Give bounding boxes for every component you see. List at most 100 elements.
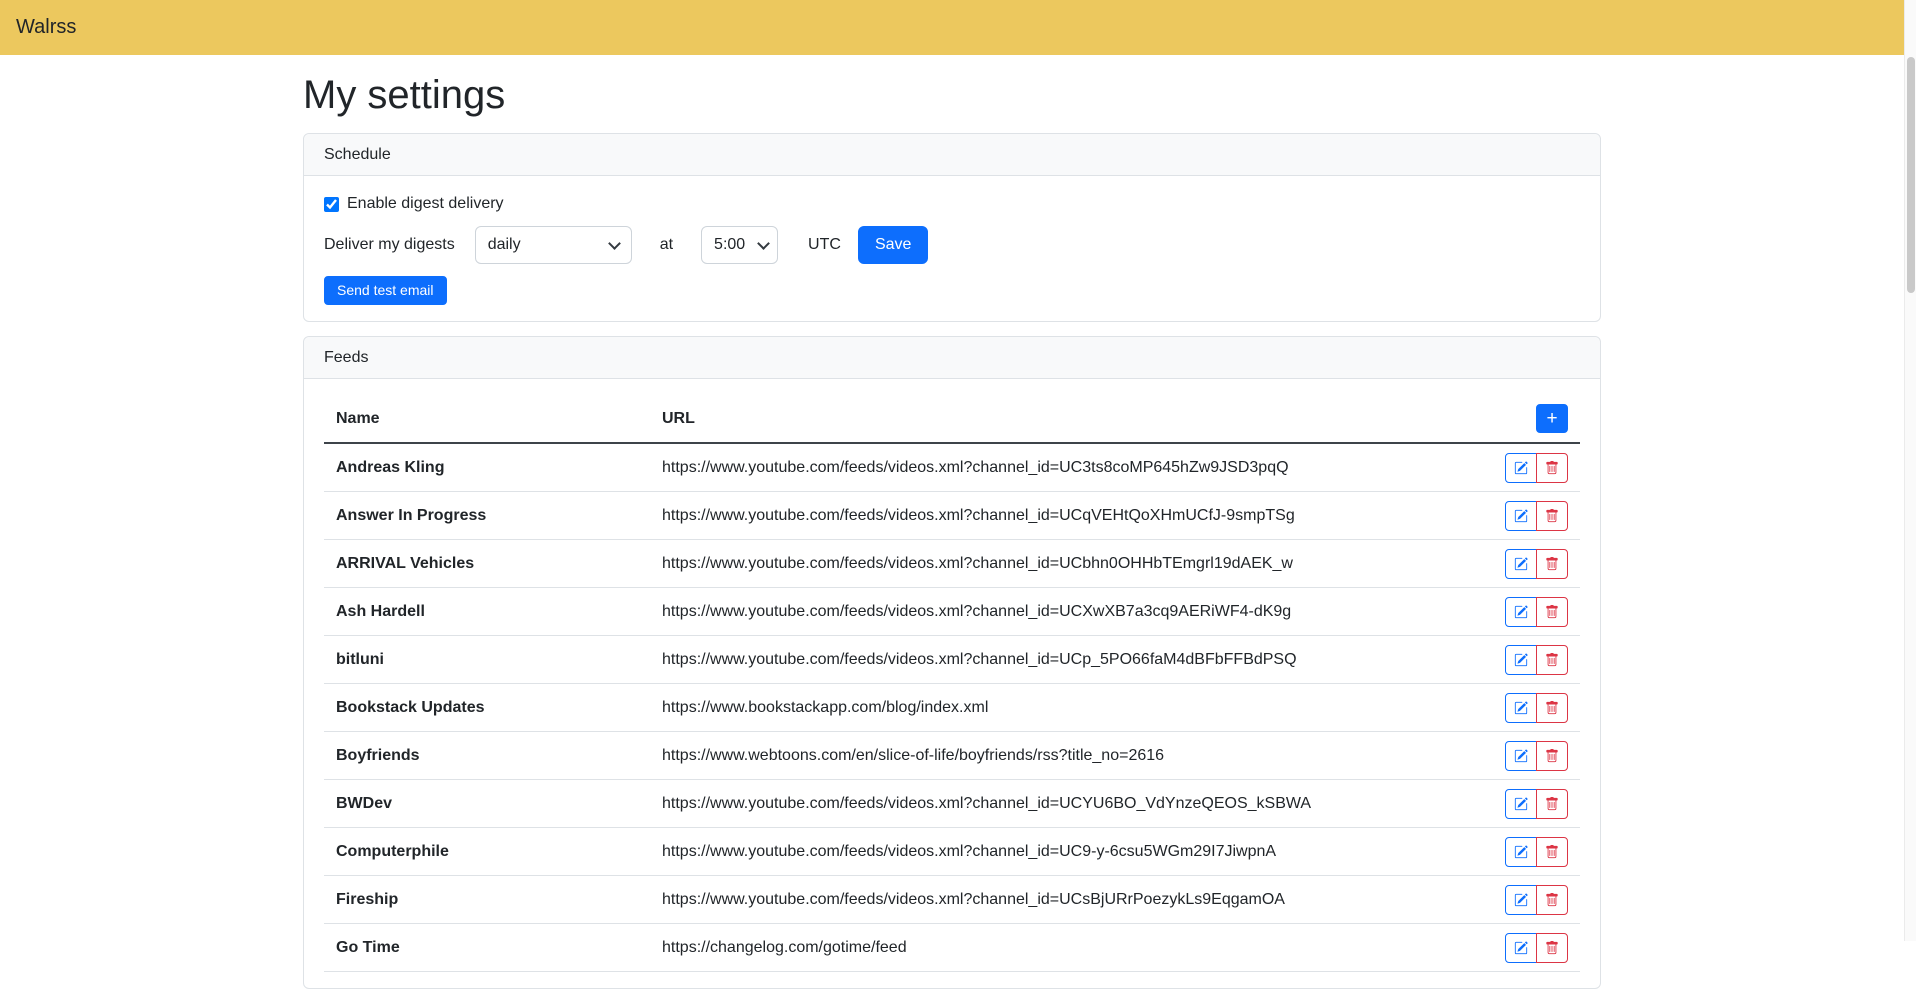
delete-feed-button[interactable] [1536,885,1568,915]
feed-actions-group [1505,453,1568,483]
feeds-table-body: Andreas Kling https://www.youtube.com/fe… [324,443,1580,972]
feed-url: https://www.bookstackapp.com/blog/index.… [650,684,1488,732]
edit-feed-button[interactable] [1505,885,1537,915]
feed-actions-cell [1488,636,1580,684]
feed-name: BWDev [324,780,650,828]
feed-actions-cell [1488,828,1580,876]
feed-name: Answer In Progress [324,492,650,540]
test-email-row: Send test email [324,276,1580,305]
edit-feed-button[interactable] [1505,837,1537,867]
feed-row: Andreas Kling https://www.youtube.com/fe… [324,443,1580,492]
delete-feed-button[interactable] [1536,597,1568,627]
feeds-table-head: Name URL + [324,395,1580,443]
delete-feed-button[interactable] [1536,693,1568,723]
save-button[interactable]: Save [858,226,928,264]
feed-name: Boyfriends [324,732,650,780]
feeds-card-body: Name URL + Andreas Kling https://www.you… [304,379,1600,988]
scrollbar-thumb[interactable] [1907,57,1915,293]
pencil-square-icon [1514,893,1528,907]
feed-actions-group [1505,549,1568,579]
time-select[interactable]: 5:00 [701,226,778,264]
feed-actions-cell [1488,588,1580,636]
feed-name: Ash Hardell [324,588,650,636]
feed-name: ARRIVAL Vehicles [324,540,650,588]
feed-row: Bookstack Updates https://www.bookstacka… [324,684,1580,732]
feed-actions-cell [1488,732,1580,780]
trash-icon [1545,557,1559,571]
at-label: at [660,236,673,254]
delete-feed-button[interactable] [1536,741,1568,771]
brand[interactable]: Walrss [16,16,76,39]
feed-actions-group [1505,645,1568,675]
delete-feed-button[interactable] [1536,453,1568,483]
feed-row: ARRIVAL Vehicles https://www.youtube.com… [324,540,1580,588]
feed-actions-group [1505,885,1568,915]
time-select-wrap: 5:00 [701,226,778,264]
pencil-square-icon [1514,461,1528,475]
timezone-label: UTC [808,236,841,254]
send-test-email-button[interactable]: Send test email [324,276,447,305]
navbar: Walrss [0,0,1904,55]
feed-actions-cell [1488,684,1580,732]
edit-feed-button[interactable] [1505,501,1537,531]
feed-actions-group [1505,837,1568,867]
feed-row: bitluni https://www.youtube.com/feeds/vi… [324,636,1580,684]
trash-icon [1545,893,1559,907]
delete-feed-button[interactable] [1536,549,1568,579]
main-content: My settings Schedule Enable digest deliv… [303,73,1601,989]
delivery-controls-row: Deliver my digests daily at 5:00 [324,226,1580,264]
column-header-actions: + [1488,395,1580,443]
pencil-square-icon [1514,653,1528,667]
vertical-scrollbar[interactable] [1904,0,1916,941]
edit-feed-button[interactable] [1505,741,1537,771]
pencil-square-icon [1514,797,1528,811]
schedule-card-header: Schedule [304,134,1600,176]
feed-url: https://www.youtube.com/feeds/videos.xml… [650,540,1488,588]
feed-actions-group [1505,741,1568,771]
edit-feed-button[interactable] [1505,693,1537,723]
feed-actions-group [1505,597,1568,627]
pencil-square-icon [1514,701,1528,715]
feed-actions-group [1505,501,1568,531]
feed-url: https://www.webtoons.com/en/slice-of-lif… [650,732,1488,780]
edit-feed-button[interactable] [1505,597,1537,627]
feed-row: Answer In Progress https://www.youtube.c… [324,492,1580,540]
feed-url: https://www.youtube.com/feeds/videos.xml… [650,443,1488,492]
feed-url: https://www.youtube.com/feeds/videos.xml… [650,588,1488,636]
delete-feed-button[interactable] [1536,933,1568,963]
schedule-card-body: Enable digest delivery Deliver my digest… [304,176,1600,321]
feed-name: Bookstack Updates [324,684,650,732]
feed-actions-group [1505,933,1568,963]
delete-feed-button[interactable] [1536,501,1568,531]
column-header-url: URL [650,395,1488,443]
pencil-square-icon [1514,941,1528,955]
feeds-table: Name URL + Andreas Kling https://www.you… [324,395,1580,972]
feed-actions-cell [1488,492,1580,540]
delete-feed-button[interactable] [1536,837,1568,867]
edit-feed-button[interactable] [1505,789,1537,819]
feed-row: Ash Hardell https://www.youtube.com/feed… [324,588,1580,636]
frequency-select-wrap: daily [475,226,632,264]
page-title: My settings [303,73,1601,118]
edit-feed-button[interactable] [1505,645,1537,675]
edit-feed-button[interactable] [1505,453,1537,483]
feed-actions-group [1505,693,1568,723]
pencil-square-icon [1514,605,1528,619]
feed-actions-cell [1488,540,1580,588]
pencil-square-icon [1514,749,1528,763]
feed-name: Computerphile [324,828,650,876]
trash-icon [1545,653,1559,667]
edit-feed-button[interactable] [1505,933,1537,963]
edit-feed-button[interactable] [1505,549,1537,579]
enable-digest-checkbox[interactable] [324,197,339,212]
column-header-name: Name [324,395,650,443]
delete-feed-button[interactable] [1536,789,1568,819]
trash-icon [1545,461,1559,475]
add-feed-button[interactable]: + [1536,404,1568,433]
delete-feed-button[interactable] [1536,645,1568,675]
pencil-square-icon [1514,557,1528,571]
feed-name: Andreas Kling [324,443,650,492]
frequency-select[interactable]: daily [475,226,632,264]
enable-digest-label[interactable]: Enable digest delivery [347,195,504,213]
feed-url: https://www.youtube.com/feeds/videos.xml… [650,876,1488,924]
